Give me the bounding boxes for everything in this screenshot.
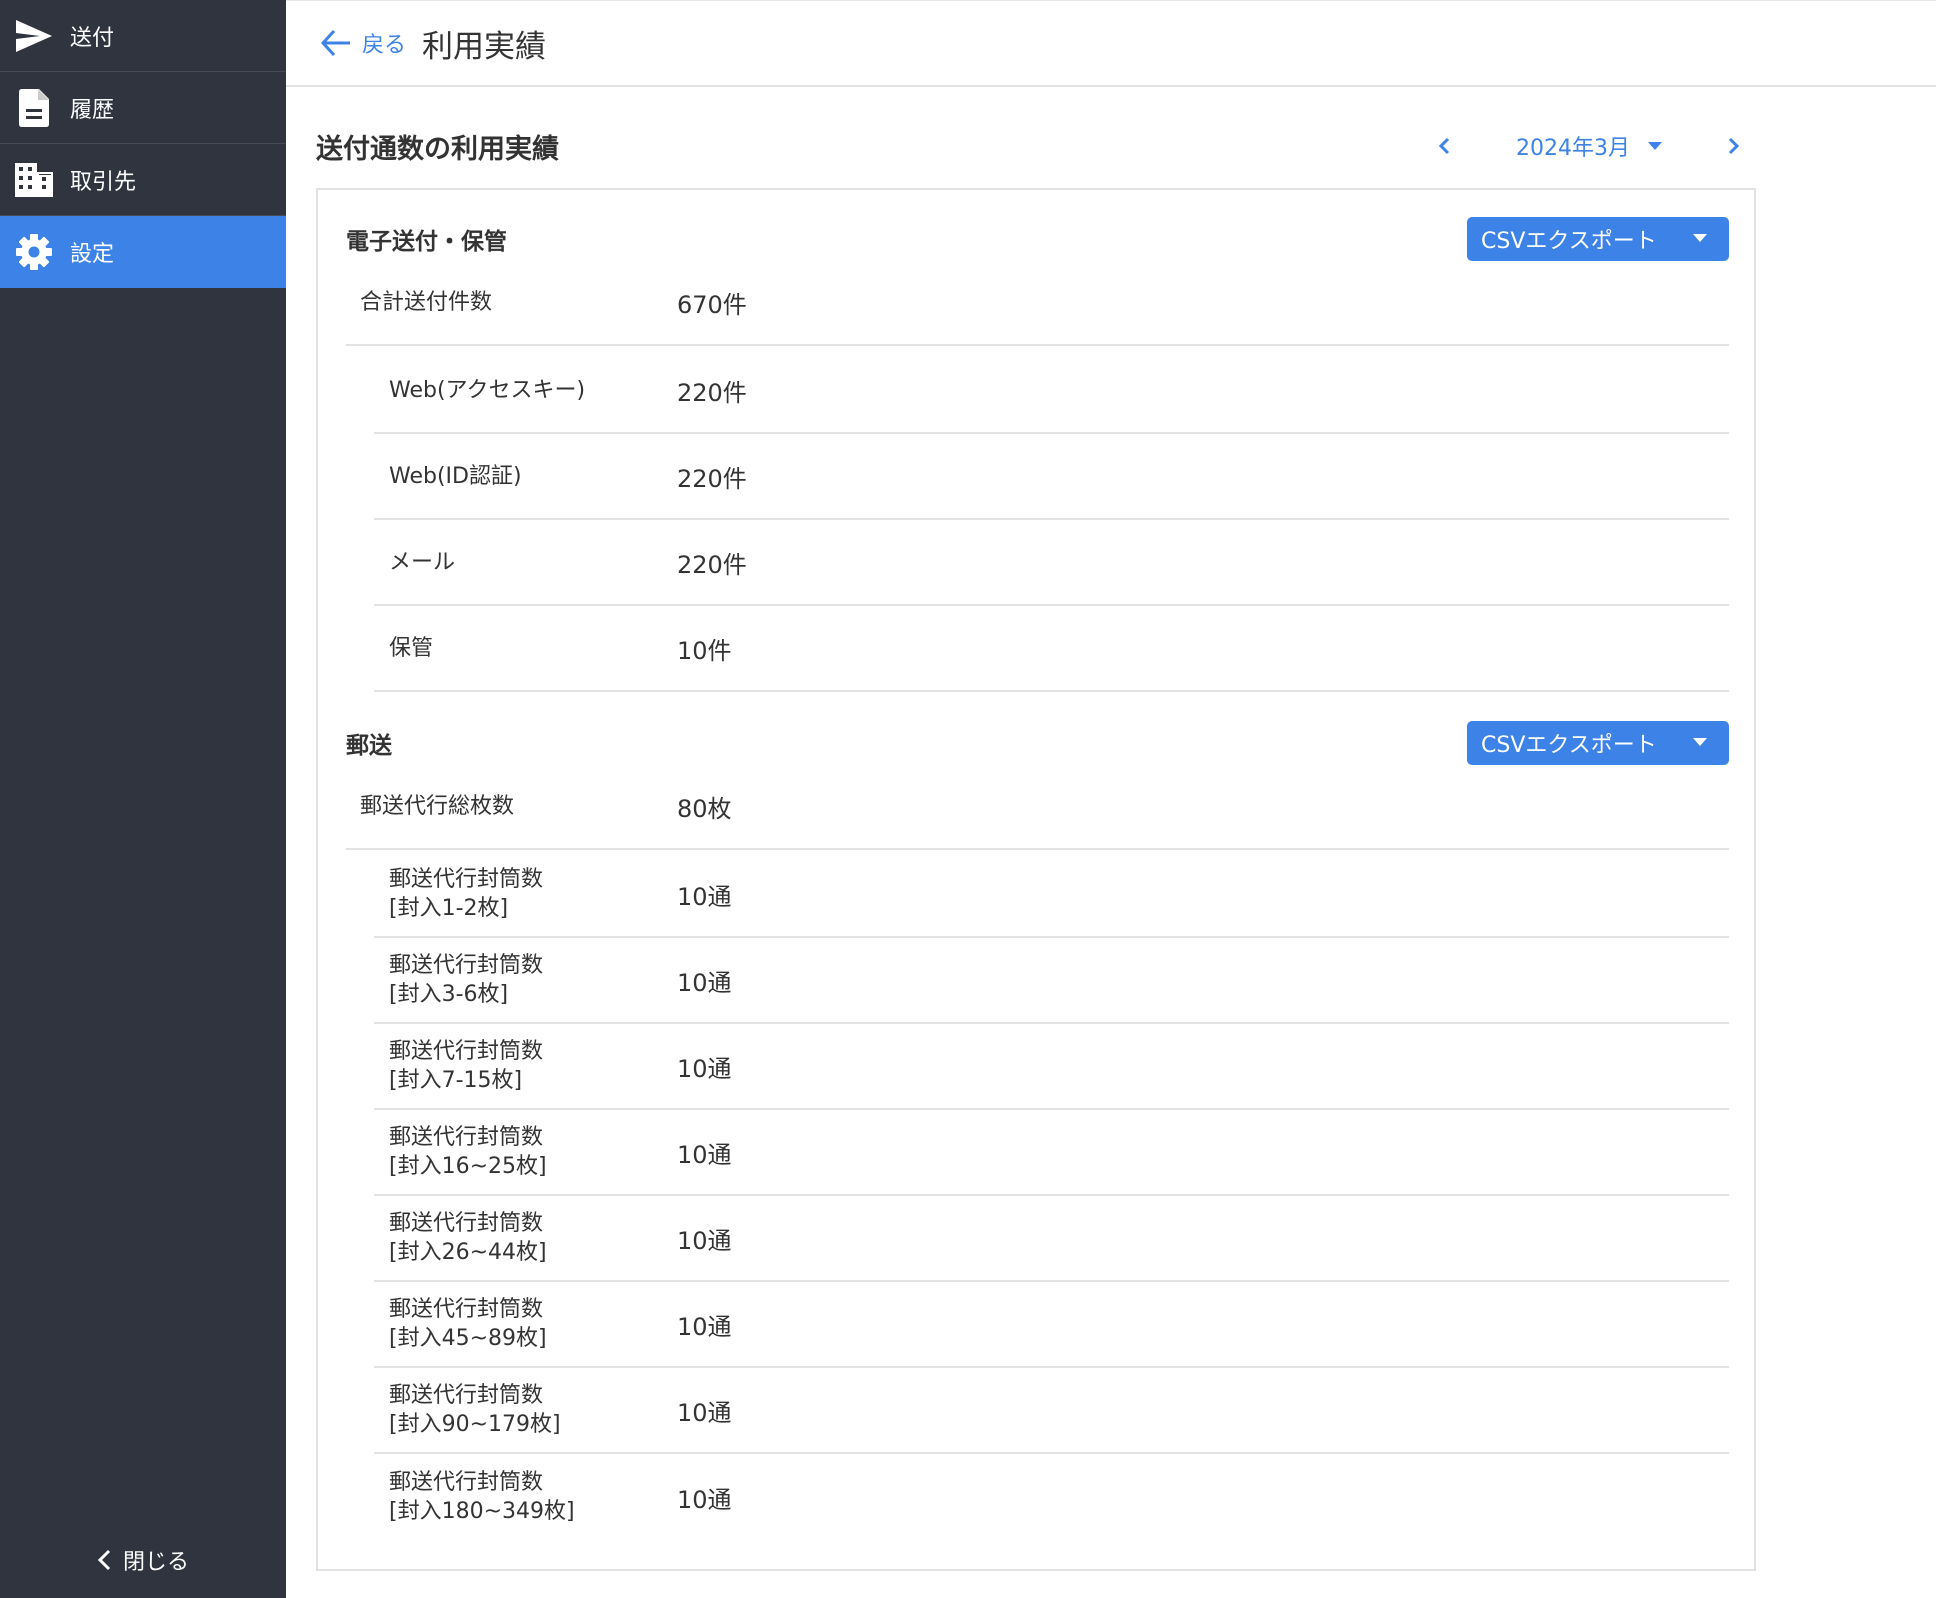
sidebar-item-clients[interactable]: 取引先 (0, 144, 286, 216)
sidebar-close-label: 閉じる (122, 1550, 189, 1575)
csv-export-button[interactable]: CSVエクスポート (1467, 217, 1729, 261)
sidebar-item-send[interactable]: 送付 (0, 0, 286, 72)
gear-icon (14, 232, 54, 272)
postal-group-header: 郵送 CSVエクスポート (346, 721, 1729, 765)
row-label: Web(アクセスキー) (389, 377, 586, 403)
sidebar: 送付 履歴 取引先 設定 閉じる (0, 0, 286, 1598)
table-row: 郵送代行総枚数 80枚 (346, 765, 1729, 850)
row-label: 郵送代行封筒数 [封入7-15枚] (389, 1039, 544, 1093)
row-label: 保管 (389, 635, 434, 661)
table-row: 郵送代行封筒数 [封入90~179枚] 10通 (374, 1368, 1729, 1454)
sidebar-item-history[interactable]: 履歴 (0, 72, 286, 144)
electronic-group-header: 電子送付・保管 CSVエクスポート (346, 217, 1729, 261)
previous-month-button[interactable] (1422, 124, 1466, 168)
back-button[interactable]: 戻る (320, 27, 406, 59)
table-row: 郵送代行封筒数 [封入180~349枚] 10通 (374, 1454, 1729, 1540)
row-value: 10通 (677, 1140, 732, 1169)
back-label: 戻る (362, 33, 407, 58)
row-value: 10通 (677, 1398, 732, 1427)
usage-card: 電子送付・保管 CSVエクスポート 合計送付件数 670件 Web(アクセスキー… (316, 188, 1756, 1571)
csv-export-button[interactable]: CSVエクスポート (1467, 721, 1729, 765)
main-content: 戻る 利用実績 送付通数の利用実績 2024年3月 電子送付・保管 CSVエクス… (286, 0, 1936, 1598)
row-label: Web(ID認証) (389, 463, 522, 489)
row-value: 10通 (677, 968, 732, 997)
table-row: Web(アクセスキー) 220件 (374, 348, 1729, 434)
next-month-button[interactable] (1712, 124, 1756, 168)
document-icon (14, 88, 54, 128)
electronic-group-title: 電子送付・保管 (346, 229, 507, 255)
table-row: 郵送代行封筒数 [封入7-15枚] 10通 (374, 1024, 1729, 1110)
table-row: 保管 10件 (374, 606, 1729, 692)
page-title: 利用実績 (422, 28, 547, 65)
chevron-right-icon (1728, 137, 1740, 155)
send-icon (14, 16, 54, 56)
row-label: 合計送付件数 (360, 290, 493, 315)
row-value: 220件 (677, 464, 747, 493)
sidebar-item-label: 履歴 (70, 97, 115, 123)
row-label: 郵送代行封筒数 [封入1-2枚] (389, 867, 544, 921)
caret-down-icon (1648, 142, 1662, 150)
row-value: 220件 (677, 550, 747, 579)
caret-down-icon (1693, 738, 1707, 746)
sidebar-item-label: 設定 (70, 241, 115, 267)
table-row: 郵送代行封筒数 [封入45~89枚] 10通 (374, 1282, 1729, 1368)
table-row: 郵送代行封筒数 [封入1-2枚] 10通 (374, 852, 1729, 938)
row-value: 670件 (677, 291, 747, 319)
table-row: 郵送代行封筒数 [封入16~25枚] 10通 (374, 1110, 1729, 1196)
row-value: 10通 (677, 1485, 732, 1514)
table-row: 郵送代行封筒数 [封入3-6枚] 10通 (374, 938, 1729, 1024)
sidebar-item-settings[interactable]: 設定 (0, 216, 286, 288)
chevron-left-icon (1438, 137, 1450, 155)
section-header: 送付通数の利用実績 2024年3月 (316, 124, 1756, 168)
table-row: メール 220件 (374, 520, 1729, 606)
sidebar-close-button[interactable]: 閉じる (0, 1544, 286, 1576)
row-value: 10通 (677, 1312, 732, 1341)
row-value: 10通 (677, 1226, 732, 1255)
row-label: 郵送代行封筒数 [封入16~25枚] (389, 1125, 547, 1179)
table-row: 郵送代行封筒数 [封入26~44枚] 10通 (374, 1196, 1729, 1282)
csv-export-label: CSVエクスポート (1481, 229, 1657, 254)
sidebar-item-label: 送付 (70, 25, 115, 51)
csv-export-label: CSVエクスポート (1481, 733, 1657, 758)
arrow-left-icon (320, 29, 350, 57)
row-label: 郵送代行封筒数 [封入3-6枚] (389, 953, 544, 1007)
table-row: Web(ID認証) 220件 (374, 434, 1729, 520)
chevron-left-icon (97, 1549, 111, 1571)
row-value: 80枚 (677, 795, 732, 823)
month-select[interactable]: 2024年3月 (1516, 130, 1662, 162)
row-label: 郵送代行封筒数 [封入26~44枚] (389, 1211, 547, 1265)
row-value: 220件 (677, 378, 747, 407)
month-navigator: 2024年3月 (1422, 124, 1756, 168)
row-value: 10件 (677, 636, 732, 665)
row-value: 10通 (677, 882, 732, 911)
row-label: 郵送代行総枚数 (360, 794, 515, 819)
row-label: 郵送代行封筒数 [封入90~179枚] (389, 1383, 561, 1437)
building-icon (14, 160, 54, 200)
row-label: 郵送代行封筒数 [封入45~89枚] (389, 1297, 547, 1351)
postal-group-title: 郵送 (346, 733, 392, 759)
topbar: 戻る 利用実績 (286, 0, 1936, 87)
sidebar-item-label: 取引先 (70, 169, 137, 195)
caret-down-icon (1693, 234, 1707, 242)
section-title: 送付通数の利用実績 (316, 133, 559, 165)
row-label: 郵送代行封筒数 [封入180~349枚] (389, 1470, 575, 1524)
row-value: 10通 (677, 1054, 732, 1083)
table-row: 合計送付件数 670件 (346, 261, 1729, 346)
row-label: メール (389, 549, 456, 575)
month-label: 2024年3月 (1516, 136, 1630, 161)
